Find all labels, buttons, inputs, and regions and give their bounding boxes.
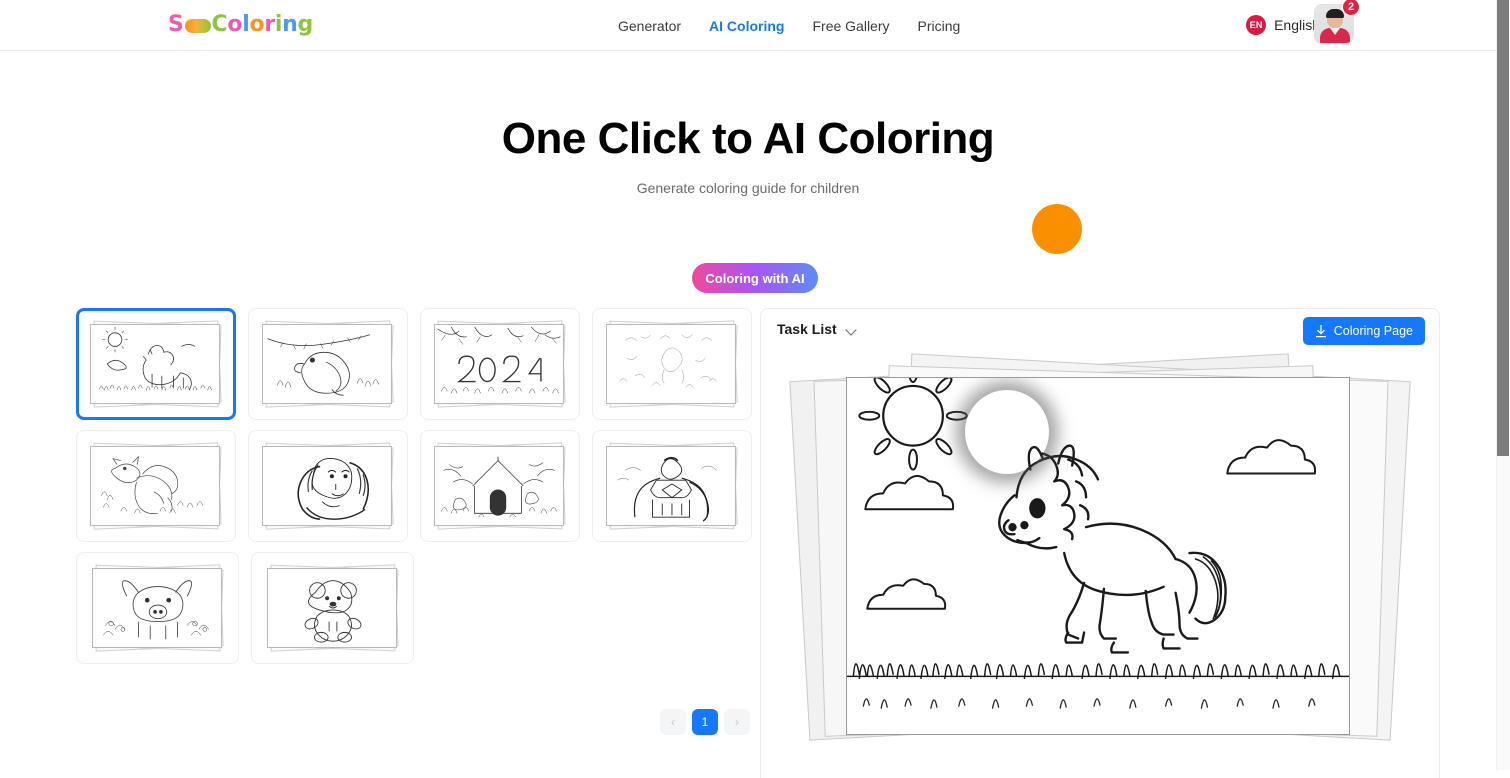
gallery-item-woman-portrait[interactable] <box>248 430 408 542</box>
gallery-item-cottage-house[interactable] <box>420 430 580 542</box>
page-subtitle: Generate coloring guide for children <box>636 180 860 196</box>
thumb-image-woman <box>262 446 392 526</box>
task-panel: Task List Coloring Page <box>760 308 1440 778</box>
coloring-with-ai-button[interactable]: Coloring with AI <box>692 263 818 293</box>
thumb-image-horse <box>90 324 221 404</box>
gallery-item-pig-in-flowers[interactable] <box>76 552 239 664</box>
thumb-stack <box>258 318 398 410</box>
main-nav: Generator AI Coloring Free Gallery Prici… <box>618 0 960 51</box>
site-header: S Coloring Generator AI Coloring Free Ga… <box>0 0 1496 51</box>
preview-main-page <box>846 377 1350 735</box>
gallery-grid <box>76 308 753 674</box>
pagination-prev[interactable]: ‹ <box>660 709 686 735</box>
page-title: One Click to AI Coloring <box>501 114 995 163</box>
language-code-badge: EN <box>1246 15 1267 35</box>
gallery-item-parrot-on-branch[interactable] <box>248 308 409 420</box>
thumb-image-parrot <box>262 324 393 404</box>
thumb-image-faint-sketch <box>606 324 737 404</box>
thumb-stack <box>86 440 226 532</box>
account-avatar-wrapper[interactable]: 2 <box>1314 0 1360 44</box>
nav-item-free-gallery[interactable]: Free Gallery <box>812 18 889 34</box>
nav-item-generator[interactable]: Generator <box>618 18 681 34</box>
decorative-orange-circle <box>1032 204 1082 254</box>
thumb-image-teddy <box>266 568 397 648</box>
logo-prefix: S <box>168 12 184 37</box>
language-selector[interactable]: EN English <box>1246 15 1320 35</box>
thumb-stack <box>430 318 570 410</box>
site-logo[interactable]: S Coloring <box>168 12 313 38</box>
thumb-image-dragon <box>90 446 220 526</box>
thumb-stack <box>602 318 742 410</box>
logo-suffix: Coloring <box>211 12 314 37</box>
thumb-image-cottage <box>434 446 564 526</box>
logo-text: S Coloring <box>168 14 313 36</box>
notification-badge[interactable]: 2 <box>1342 0 1360 16</box>
gallery-row <box>76 430 752 542</box>
gallery-item-superhero[interactable] <box>592 430 752 542</box>
thumb-stack <box>263 562 403 654</box>
pagination: ‹ 1 › <box>660 709 750 735</box>
nav-item-pricing[interactable]: Pricing <box>918 18 961 34</box>
avatar-hair <box>1326 9 1344 18</box>
coloring-page-preview[interactable] <box>761 328 1439 778</box>
thumb-image-2024 <box>434 324 565 404</box>
gallery-item-dragon[interactable] <box>76 430 236 542</box>
gallery-row <box>76 308 753 420</box>
gallery-item-horse-in-meadow[interactable] <box>76 308 237 420</box>
page-scrollbar-thumb[interactable] <box>1497 0 1509 456</box>
pagination-page-1[interactable]: 1 <box>692 709 718 735</box>
thumb-stack <box>602 440 742 532</box>
thumb-image-superhero <box>606 446 736 526</box>
gallery-row <box>76 552 752 664</box>
thumb-stack <box>86 318 226 410</box>
thumb-image-pig <box>91 568 222 648</box>
thumb-stack <box>88 562 228 654</box>
nav-item-ai-coloring[interactable]: AI Coloring <box>709 18 784 34</box>
page-scrollbar-track[interactable] <box>1496 0 1510 770</box>
pagination-next[interactable]: › <box>724 709 750 735</box>
thumb-stack <box>430 440 570 532</box>
crayon-icon <box>184 19 211 33</box>
gallery-item-teddy-bear[interactable] <box>251 552 414 664</box>
gallery-item-faint-sketch[interactable] <box>592 308 753 420</box>
gallery-item-2024-new-year[interactable] <box>420 308 581 420</box>
thumb-stack <box>258 440 398 532</box>
